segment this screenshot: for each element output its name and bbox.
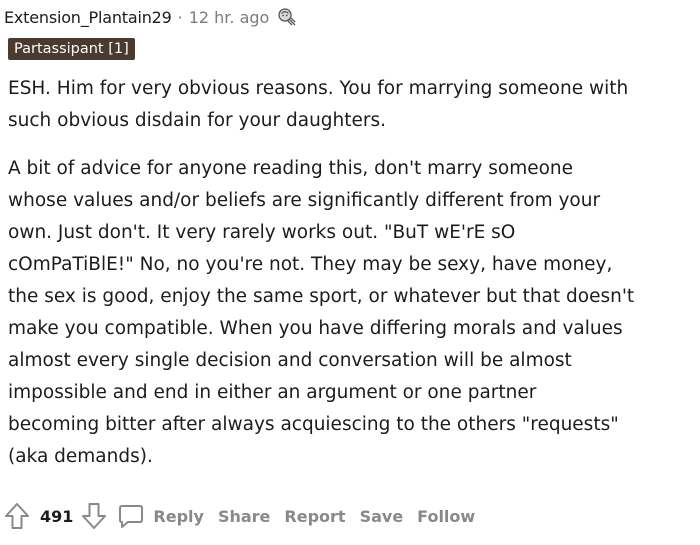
award-icon [276,6,298,28]
report-button[interactable]: Report [284,507,345,526]
comment-action-bar: 491 Reply Share Report Save Follow [4,499,475,533]
comment-paragraph: A bit of advice for anyone reading this,… [8,158,635,467]
meta-separator: · [177,7,183,27]
downvote-icon[interactable] [81,501,107,531]
save-button[interactable]: Save [360,507,404,526]
comment: Extension_Plantain29 · 12 hr. ago Partas… [0,0,700,545]
comment-header: Extension_Plantain29 · 12 hr. ago [4,6,298,28]
timestamp-link[interactable]: 12 hr. ago [189,8,270,27]
comment-body: ESH. Him for very obvious reasons. You f… [8,73,698,473]
reply-button[interactable]: Reply [153,507,204,526]
upvote-icon[interactable] [4,501,30,531]
comment-bubble-icon[interactable] [117,502,145,530]
username-link[interactable]: Extension_Plantain29 [4,8,172,27]
user-flair: Partassipant [1] [8,38,135,60]
follow-button[interactable]: Follow [417,507,475,526]
share-button[interactable]: Share [218,507,270,526]
vote-score: 491 [40,506,74,526]
comment-paragraph: ESH. Him for very obvious reasons. You f… [8,78,629,131]
